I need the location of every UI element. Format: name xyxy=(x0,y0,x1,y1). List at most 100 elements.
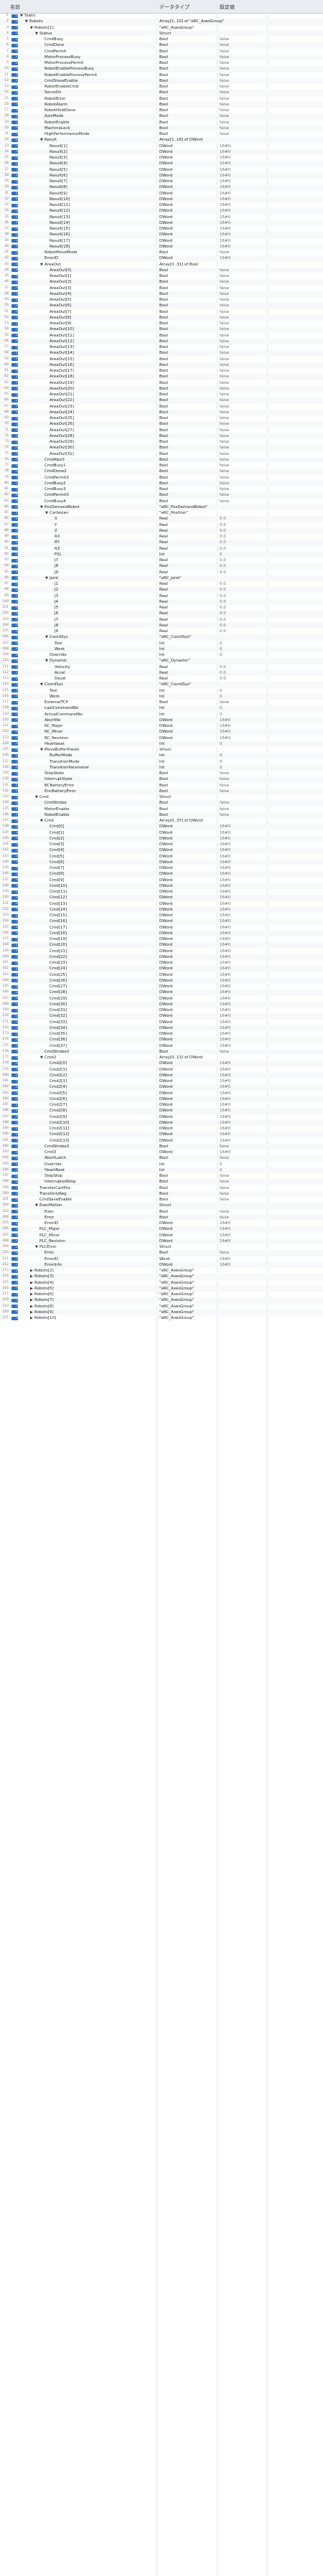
datatype-cell[interactable]: "eRC_Dynamic" xyxy=(159,658,190,664)
datatype-cell[interactable]: DWord xyxy=(159,718,172,723)
table-row[interactable]: 67 AreaOut[23] Bool false xyxy=(0,404,323,410)
table-row[interactable]: 198 InterruptedStop Bool false xyxy=(0,1179,323,1185)
tag-name-cell[interactable]: InterruptedStop xyxy=(40,1179,76,1185)
datatype-cell[interactable]: DWord xyxy=(159,179,172,184)
default-value-cell[interactable]: false xyxy=(220,66,229,72)
default-value-cell[interactable]: false xyxy=(220,451,229,457)
tag-name-cell[interactable]: StepStop xyxy=(40,1173,62,1179)
datatype-cell[interactable]: DWord xyxy=(159,735,172,741)
tag-name-cell[interactable]: Result[10] xyxy=(45,197,70,202)
table-row[interactable]: 139 Cmd[1] DWord 16#0 xyxy=(0,830,323,836)
default-value-cell[interactable]: false xyxy=(220,433,229,439)
datatype-cell[interactable]: DWord xyxy=(159,854,172,860)
table-row[interactable]: 104 J8 Real 0.0 xyxy=(0,622,323,629)
datatype-cell[interactable]: Bool xyxy=(159,60,168,66)
tag-name-cell[interactable]: Result[6] xyxy=(45,173,67,179)
default-value-cell[interactable]: false xyxy=(220,469,229,474)
tag-name-cell[interactable]: ▼ MoveBufferPreset xyxy=(40,747,80,753)
table-row[interactable]: 62 AreaOut[18] Bool false xyxy=(0,374,323,380)
datatype-cell[interactable]: Real xyxy=(159,570,168,575)
default-value-cell[interactable]: false xyxy=(220,357,229,362)
default-value-cell[interactable]: 16#0 xyxy=(220,1238,230,1244)
tag-name-cell[interactable]: Cmd[24] xyxy=(45,966,67,972)
table-row[interactable]: 129 StopState Bool false xyxy=(0,771,323,776)
datatype-cell[interactable]: Real xyxy=(159,670,168,676)
tag-name-cell[interactable]: Cmd2[13] xyxy=(45,1138,69,1144)
default-value-cell[interactable]: 0.0 xyxy=(220,558,226,563)
tag-name-cell[interactable]: Result[17] xyxy=(45,238,70,244)
tag-name-cell[interactable]: Work xyxy=(50,647,65,652)
table-row[interactable]: 84 ▼ PosDemandRobot "eRC_PosDemandRobot" xyxy=(0,504,323,510)
default-value-cell[interactable]: 0.0 xyxy=(220,617,226,623)
table-row[interactable]: 28 Result[6] DWord 16#0 xyxy=(0,172,323,179)
table-row[interactable]: 192 CmdStrobe3 Bool false xyxy=(0,1143,323,1150)
datatype-cell[interactable]: DWord xyxy=(159,883,172,889)
default-value-cell[interactable]: 16#0 xyxy=(220,1037,230,1043)
default-value-cell[interactable]: false xyxy=(220,807,229,812)
default-value-cell[interactable]: 0.0 xyxy=(220,528,226,534)
table-row[interactable]: 201 CmdSaveEnable Bool false xyxy=(0,1197,323,1203)
default-value-cell[interactable]: 16#0 xyxy=(220,215,230,220)
tag-name-cell[interactable]: RobotMoveMode xyxy=(40,250,78,255)
default-value-cell[interactable]: false xyxy=(220,700,229,705)
table-row[interactable]: 159 Cmd[21] DWord 16#0 xyxy=(0,949,323,954)
tag-name-cell[interactable]: AreaOut[11] xyxy=(45,333,74,339)
datatype-cell[interactable]: Real xyxy=(159,558,168,563)
default-value-cell[interactable]: 16#0 xyxy=(220,966,230,972)
datatype-cell[interactable]: "eRC_AxesGroup" xyxy=(159,1286,194,1292)
datatype-cell[interactable]: Real xyxy=(159,611,168,616)
datatype-cell[interactable]: Bool xyxy=(159,374,168,380)
default-value-cell[interactable]: 0.0 xyxy=(220,593,226,599)
datatype-cell[interactable]: DWord xyxy=(159,978,172,984)
table-row[interactable]: 209 ▼ PLCError Struct xyxy=(0,1244,323,1250)
datatype-cell[interactable]: Bool xyxy=(159,90,168,95)
datatype-cell[interactable]: DWord xyxy=(159,155,172,161)
table-row[interactable]: 13 RobotEnableCmd Bool false xyxy=(0,84,323,90)
default-value-cell[interactable]: false xyxy=(220,108,229,113)
table-row[interactable]: 29 Result[7] DWord 16#0 xyxy=(0,179,323,184)
table-row[interactable]: 136 RobotEnable Bool false xyxy=(0,812,323,818)
default-value-cell[interactable]: 16#0 xyxy=(220,936,230,942)
datatype-cell[interactable]: Real xyxy=(159,587,168,593)
tag-name-cell[interactable]: ▶ Robots[3] xyxy=(30,1274,54,1279)
tag-name-cell[interactable]: Cmd[9] xyxy=(45,878,64,883)
tag-name-cell[interactable]: ▶ Robots[8] xyxy=(30,1304,54,1310)
datatype-cell[interactable]: Bool xyxy=(159,1173,168,1179)
table-row[interactable]: 44 AreaOut[0] Bool false xyxy=(0,267,323,273)
tag-name-cell[interactable]: Cmd[5] xyxy=(45,854,64,860)
datatype-cell[interactable]: Bool xyxy=(159,72,168,78)
datatype-cell[interactable]: Bool xyxy=(159,49,168,55)
tag-name-cell[interactable]: Cmd[14] xyxy=(45,907,67,913)
tag-name-cell[interactable]: Cmd[10] xyxy=(45,883,67,889)
tag-name-cell[interactable]: AreaOut[31] xyxy=(45,451,74,457)
tag-name-cell[interactable]: CmdBusy2 xyxy=(40,481,66,486)
table-row[interactable]: 215 ▶ Robots[4] "eRC_AxesGroup" xyxy=(0,1280,323,1286)
table-row[interactable]: 42 ErrorID DWord 16#0 xyxy=(0,255,323,262)
datatype-cell[interactable]: Struct xyxy=(159,31,172,37)
datatype-cell[interactable]: DWord xyxy=(159,220,172,226)
default-value-cell[interactable]: 16#0 xyxy=(220,1013,230,1019)
datatype-cell[interactable]: Bool xyxy=(159,326,168,332)
table-row[interactable]: 96 ▼ Joint "eRC_Joint" xyxy=(0,575,323,581)
table-row[interactable]: 221 ▶ Robots[10] "eRC_AxesGroup" xyxy=(0,1315,323,1321)
default-value-cell[interactable]: 16#0 xyxy=(220,197,230,202)
tag-name-cell[interactable]: Heartbeat xyxy=(40,741,65,747)
tag-name-cell[interactable]: J7 xyxy=(50,617,58,623)
datatype-cell[interactable]: DWord xyxy=(159,226,172,232)
table-row[interactable]: 61 AreaOut[17] Bool false xyxy=(0,368,323,374)
default-value-cell[interactable]: false xyxy=(220,1179,229,1185)
datatype-cell[interactable]: Array[0..13] of DWord xyxy=(159,1055,202,1061)
tag-name-cell[interactable]: ▼ Status xyxy=(35,31,52,37)
default-value-cell[interactable]: false xyxy=(220,55,229,60)
table-row[interactable]: 36 Result[14] DWord 16#0 xyxy=(0,220,323,226)
tag-name-cell[interactable]: J8 xyxy=(50,563,58,569)
tag-name-cell[interactable]: ▼ Cmd xyxy=(40,818,54,824)
default-value-cell[interactable]: false xyxy=(220,475,229,481)
table-row[interactable]: 187 Cmd2[9] DWord 16#0 xyxy=(0,1114,323,1120)
table-row[interactable]: 99 J3 Real 0.0 xyxy=(0,593,323,599)
table-row[interactable]: 114 ▼ CoordSys "eRC_CoordSys" xyxy=(0,682,323,688)
datatype-cell[interactable]: DWord xyxy=(159,173,172,179)
tag-name-cell[interactable]: Cmd[11] xyxy=(45,889,67,895)
datatype-cell[interactable]: DWord xyxy=(159,144,172,149)
datatype-cell[interactable]: Bool xyxy=(159,789,168,794)
